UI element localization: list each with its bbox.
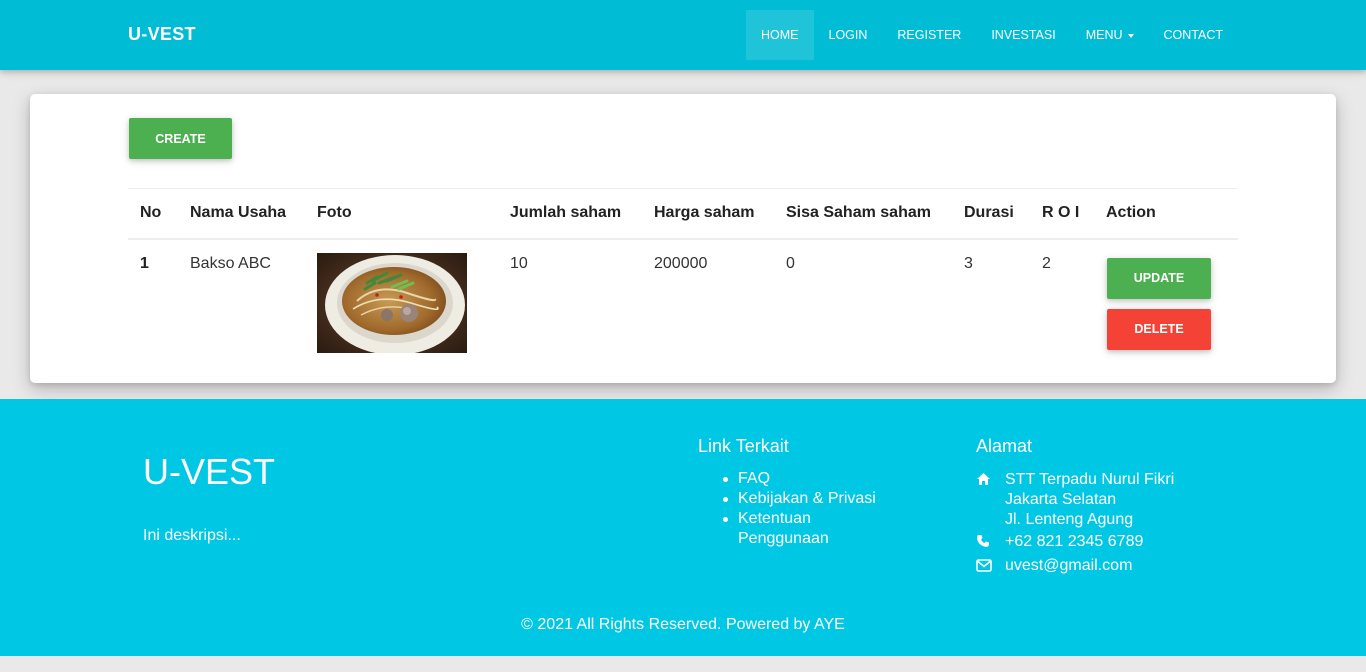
caret-down-icon (1127, 33, 1134, 38)
cell-durasi: 3 (964, 254, 973, 272)
footer-links: FAQ Kebijakan & Privasi Ketentuan Penggu… (723, 469, 898, 549)
email-address[interactable]: uvest@gmail.com (1005, 556, 1132, 578)
address-line: STT Terpadu Nurul Fikri (1005, 471, 1175, 488)
cell-action: UPDATE DELETE (1094, 239, 1238, 384)
email-row: uvest@gmail.com (976, 556, 1174, 578)
envelope-icon (976, 556, 1005, 578)
link-ketentuan-penggunaan[interactable]: Ketentuan Penggunaan (723, 509, 898, 549)
address-row: STT Terpadu Nurul Fikri Jakarta Selatan … (976, 470, 1174, 530)
footer: U-VEST Ini deskripsi... Link Terkait FAQ… (0, 399, 1366, 656)
cell-roi: 2 (1042, 254, 1051, 272)
address-lines: STT Terpadu Nurul Fikri Jakarta Selatan … (1005, 470, 1174, 530)
nav-menu-label: MENU (1085, 28, 1123, 42)
col-harga-saham: Harga saham (642, 188, 774, 240)
col-sisa-saham: Sisa Saham saham (774, 188, 952, 240)
address-line: Jakarta Selatan (1005, 491, 1117, 508)
cell-sisa-saham: 0 (786, 254, 795, 272)
link-faq[interactable]: FAQ (723, 469, 898, 489)
cell-jumlah-saham: 10 (510, 254, 528, 272)
nav-investasi[interactable]: INVESTASI (976, 10, 1070, 60)
phone-icon (976, 532, 1005, 554)
footer-brand: U-VEST (143, 451, 276, 492)
table-header-row: No Nama Usaha Foto Jumlah saham Harga sa… (128, 188, 1238, 240)
footer-description: Ini deskripsi... (143, 527, 241, 544)
links-heading: Link Terkait (698, 436, 789, 456)
table-row: 1 Bakso ABC 10 200000 0 3 2 UPDATE DELET… (128, 239, 1238, 384)
nav-menu-dropdown[interactable]: MENU (1071, 10, 1149, 60)
footer-contact: STT Terpadu Nurul Fikri Jakarta Selatan … (976, 470, 1174, 580)
create-button[interactable]: CREATE (129, 118, 232, 159)
bakso-photo (317, 252, 467, 353)
col-nama-usaha: Nama Usaha (178, 188, 305, 240)
nav-home[interactable]: HOME (746, 10, 814, 60)
nav-menu: HOME LOGIN REGISTER INVESTASI MENU CONTA… (746, 10, 1238, 60)
address-heading: Alamat (976, 436, 1033, 456)
col-durasi: Durasi (952, 188, 1030, 240)
home-icon (976, 470, 1005, 530)
nav-register[interactable]: REGISTER (882, 10, 976, 60)
col-foto: Foto (305, 188, 498, 240)
investment-table: No Nama Usaha Foto Jumlah saham Harga sa… (128, 188, 1238, 384)
nav-contact[interactable]: CONTACT (1149, 10, 1239, 60)
col-jumlah-saham: Jumlah saham (498, 188, 642, 240)
address-line: Jl. Lenteng Agung (1005, 511, 1134, 528)
col-no: No (128, 188, 178, 240)
cell-no: 1 (140, 254, 149, 272)
phone-number: +62 821 2345 6789 (1005, 533, 1144, 550)
link-kebijakan-privasi[interactable]: Kebijakan & Privasi (723, 489, 898, 509)
brand-logo[interactable]: U-VEST (128, 24, 196, 45)
col-action: Action (1094, 188, 1238, 240)
content-card: CREATE No Nama Usaha Foto Jumlah saham H… (30, 94, 1336, 383)
col-roi: R O I (1030, 188, 1094, 240)
cell-nama-usaha: Bakso ABC (190, 254, 271, 272)
navbar: U-VEST HOME LOGIN REGISTER INVESTASI MEN… (0, 0, 1366, 70)
delete-button[interactable]: DELETE (1107, 308, 1211, 350)
copyright: © 2021 All Rights Reserved. Powered by A… (521, 616, 845, 633)
cell-foto (305, 239, 498, 384)
cell-harga-saham: 200000 (654, 254, 708, 272)
update-button[interactable]: UPDATE (1107, 257, 1211, 299)
nav-login[interactable]: LOGIN (814, 10, 883, 60)
phone-row: +62 821 2345 6789 (976, 532, 1174, 554)
